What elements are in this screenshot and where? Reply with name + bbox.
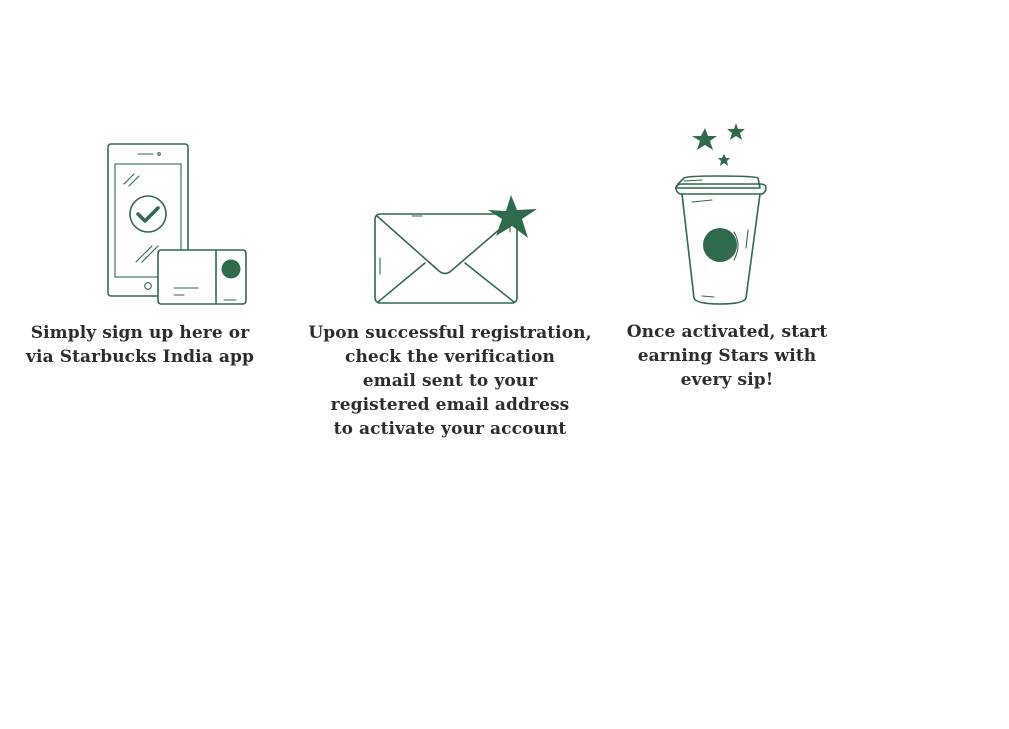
step-sign-up-caption: Simply sign up here or via Starbucks Ind…: [0, 321, 280, 369]
caption-line: Simply sign up here or: [30, 323, 250, 343]
step-sign-up: Simply sign up here or via Starbucks Ind…: [0, 0, 290, 460]
caption-line: check the verification: [345, 347, 555, 367]
step-verify-email-caption: Upon successful registration, check the …: [290, 321, 610, 441]
phone-and-card-icon: [107, 143, 247, 305]
caption-line: via Starbucks India app: [26, 347, 254, 367]
caption-line: earning Stars with: [637, 346, 817, 366]
step-earn-stars: Once activated, start earning Stars with…: [610, 0, 850, 460]
caption-line: email sent to your: [362, 371, 538, 391]
star-icon: [692, 128, 717, 150]
caption-line: Once activated, start: [626, 322, 828, 342]
step-earn-stars-caption: Once activated, start earning Stars with…: [610, 320, 844, 392]
caption-line: registered email address: [330, 395, 570, 415]
caption-line: Upon successful registration,: [308, 323, 592, 343]
caption-line: every sip!: [680, 370, 774, 390]
star-icon: [727, 123, 745, 140]
caption-line: to activate your account: [333, 419, 567, 439]
coffee-cup-stars-icon: [675, 123, 767, 305]
step-verify-email: Upon successful registration, check the …: [290, 0, 610, 460]
star-icon: [718, 154, 730, 166]
envelope-star-icon: [374, 195, 537, 304]
